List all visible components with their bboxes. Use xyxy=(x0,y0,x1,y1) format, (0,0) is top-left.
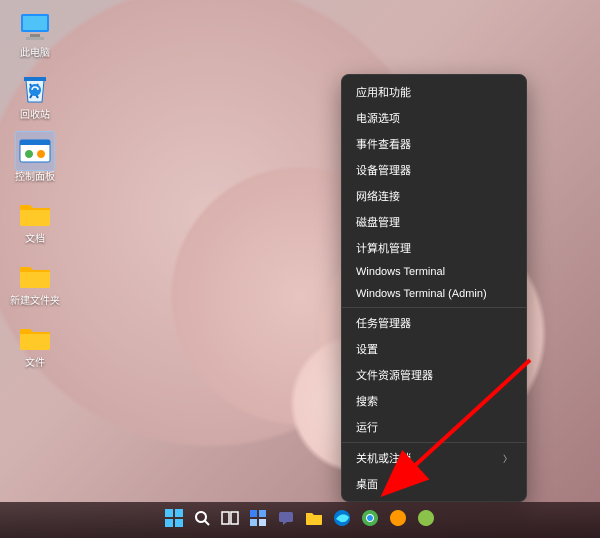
menu-item-label: 关机或注销 xyxy=(356,450,411,466)
menu-item-label: 任务管理器 xyxy=(356,315,411,331)
chat-icon xyxy=(277,509,295,532)
desktop-icon-recycle-bin[interactable]: 回收站 xyxy=(6,70,64,122)
app1-icon xyxy=(389,509,407,532)
desktop-icon-this-pc[interactable]: 此电脑 xyxy=(6,8,64,60)
desktop-icon-label: 此电脑 xyxy=(6,48,64,60)
menu-item-0[interactable]: 应用和功能 xyxy=(342,79,526,105)
folder-3-icon xyxy=(16,318,54,356)
menu-item-2[interactable]: 事件查看器 xyxy=(342,131,526,157)
app-button-2[interactable] xyxy=(415,509,437,531)
folder-1-icon xyxy=(16,194,54,232)
desktop-icon-label: 文件 xyxy=(6,358,64,370)
menu-item-label: 文件资源管理器 xyxy=(356,367,433,383)
folder-2-icon xyxy=(16,256,54,294)
start-icon xyxy=(165,509,183,532)
task-view-button[interactable] xyxy=(219,509,241,531)
recycle-bin-icon xyxy=(16,70,54,108)
winx-context-menu: 应用和功能电源选项事件查看器设备管理器网络连接磁盘管理计算机管理 Windows … xyxy=(341,74,527,502)
menu-item-12[interactable]: 文件资源管理器 xyxy=(342,362,526,388)
browser-button[interactable] xyxy=(359,509,381,531)
desktop-icon-folder-1[interactable]: 文档 xyxy=(6,194,64,246)
menu-item-8[interactable]: Windows Terminal (Admin) xyxy=(342,283,526,305)
taskview-icon xyxy=(221,509,239,532)
desktop-icon-control-panel[interactable]: 控制面板 xyxy=(6,132,64,184)
menu-item-label: 设置 xyxy=(356,341,378,357)
chevron-right-icon: 〉 xyxy=(503,452,512,465)
menu-item-14[interactable]: 运行 xyxy=(342,414,526,440)
menu-item-label: 电源选项 xyxy=(356,110,400,126)
menu-item-6[interactable]: 计算机管理 xyxy=(342,235,526,261)
desktop-icon-label: 回收站 xyxy=(6,110,64,122)
menu-item-label: 应用和功能 xyxy=(356,84,411,100)
menu-item-label: 运行 xyxy=(356,419,378,435)
menu-item-1[interactable]: 电源选项 xyxy=(342,105,526,131)
menu-item-label: Windows Terminal xyxy=(356,266,445,278)
desktop-icon-label: 新建文件夹 xyxy=(6,296,64,308)
desktop-icon-folder-3[interactable]: 文件 xyxy=(6,318,64,370)
menu-item-label: 设备管理器 xyxy=(356,162,411,178)
app2-icon xyxy=(417,509,435,532)
start-button[interactable] xyxy=(163,509,185,531)
menu-separator xyxy=(342,307,526,308)
app-button-1[interactable] xyxy=(387,509,409,531)
menu-item-label: Windows Terminal (Admin) xyxy=(356,288,487,300)
menu-item-label: 计算机管理 xyxy=(356,240,411,256)
menu-item-label: 事件查看器 xyxy=(356,136,411,152)
menu-item-16[interactable]: 关机或注销 〉 xyxy=(342,445,526,471)
menu-separator xyxy=(342,442,526,443)
this-pc-icon xyxy=(16,8,54,46)
menu-item-10[interactable]: 任务管理器 xyxy=(342,310,526,336)
search-button[interactable] xyxy=(191,509,213,531)
menu-item-label: 网络连接 xyxy=(356,188,400,204)
menu-item-11[interactable]: 设置 xyxy=(342,336,526,362)
menu-item-3[interactable]: 设备管理器 xyxy=(342,157,526,183)
menu-item-17[interactable]: 桌面 xyxy=(342,471,526,497)
widgets-icon xyxy=(249,509,267,532)
menu-item-4[interactable]: 网络连接 xyxy=(342,183,526,209)
menu-item-label: 桌面 xyxy=(356,476,378,492)
desktop-icon-label: 控制面板 xyxy=(6,172,64,184)
menu-item-label: 磁盘管理 xyxy=(356,214,400,230)
taskbar xyxy=(0,502,600,538)
menu-item-label: 搜索 xyxy=(356,393,378,409)
chat-button[interactable] xyxy=(275,509,297,531)
desktop[interactable]: 此电脑回收站控制面板文档新建文件夹文件 应用和功能电源选项事件查看器设备管理器网… xyxy=(0,0,600,538)
edge-icon xyxy=(333,509,351,532)
menu-item-7[interactable]: Windows Terminal xyxy=(342,261,526,283)
chrome-icon xyxy=(361,509,379,532)
menu-item-13[interactable]: 搜索 xyxy=(342,388,526,414)
control-panel-icon xyxy=(16,132,54,170)
explorer-icon xyxy=(305,510,323,531)
file-explorer-button[interactable] xyxy=(303,509,325,531)
widgets-button[interactable] xyxy=(247,509,269,531)
edge-button[interactable] xyxy=(331,509,353,531)
desktop-icon-label: 文档 xyxy=(6,234,64,246)
search-icon xyxy=(193,509,211,532)
desktop-icon-folder-2[interactable]: 新建文件夹 xyxy=(6,256,64,308)
menu-item-5[interactable]: 磁盘管理 xyxy=(342,209,526,235)
